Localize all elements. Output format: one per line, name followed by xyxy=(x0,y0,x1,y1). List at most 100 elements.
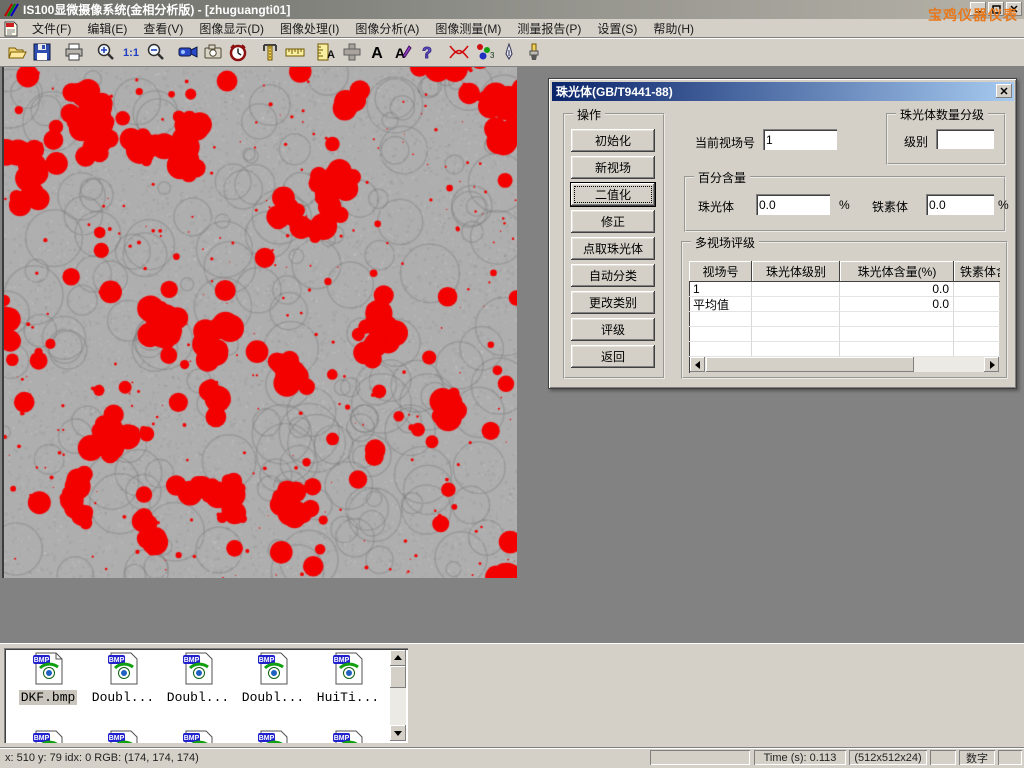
scroll-left-icon[interactable] xyxy=(690,357,705,372)
actual-size-icon[interactable]: 1:1 xyxy=(118,40,143,64)
menu-help[interactable]: 帮助(H) xyxy=(645,18,702,39)
current-field-input[interactable] xyxy=(763,129,837,150)
classify-icon[interactable]: 3 xyxy=(471,40,496,64)
grading-group-label: 珠光体数量分级 xyxy=(896,106,988,123)
curve-split-icon[interactable] xyxy=(446,40,471,64)
classify-glyph: 3 xyxy=(490,51,494,60)
level-input[interactable] xyxy=(936,129,994,149)
table-row[interactable]: 1 0.0 xyxy=(689,282,1000,297)
col-pearlite-content[interactable]: 珠光体含量(%) xyxy=(840,261,954,282)
bmp-file-icon: BMP xyxy=(32,652,64,685)
snapshot-icon[interactable] xyxy=(200,40,225,64)
open-icon[interactable] xyxy=(4,40,29,64)
file-name[interactable]: Doubl... xyxy=(165,690,231,705)
percent-group: 百分含量 珠光体 % 铁素体 % xyxy=(684,176,1006,232)
bmp-file-icon: BMP xyxy=(257,730,289,743)
text-icon[interactable]: A xyxy=(364,40,389,64)
brush-icon[interactable] xyxy=(521,40,546,64)
scrollbar-thumb[interactable] xyxy=(706,357,914,372)
cell-ferrite xyxy=(954,282,1000,297)
file-name[interactable]: DKF.bmp xyxy=(19,690,78,705)
file-name[interactable]: Doubl... xyxy=(240,690,306,705)
file-item[interactable]: BMP HuiTi... xyxy=(312,652,384,705)
bottom-panel: BMP DKF.bmp BMP Doubl... BMP Doubl... xyxy=(0,643,1024,747)
menu-image-processing[interactable]: 图像处理(I) xyxy=(272,18,347,39)
measure-text-icon[interactable]: A xyxy=(314,40,339,64)
cell-content: 0.0 xyxy=(840,297,954,312)
toolbar: 1:1 A A A ? 3 xyxy=(0,38,1024,66)
menu-file[interactable]: 文件(F) xyxy=(24,18,79,39)
dialog-close-button[interactable] xyxy=(996,84,1012,98)
file-name[interactable]: HuiTi... xyxy=(315,690,381,705)
pick-pearlite-button[interactable]: 点取珠光体 xyxy=(571,237,655,260)
binarize-button[interactable]: 二值化 xyxy=(571,183,655,206)
col-ferrite-content[interactable]: 铁素体含量(%) xyxy=(954,261,1000,282)
file-name[interactable]: Doubl... xyxy=(90,690,156,705)
bmp-file-icon: BMP xyxy=(32,730,64,743)
file-item[interactable]: BMP xyxy=(87,730,159,743)
annotate-icon[interactable]: A xyxy=(389,40,414,64)
timer-icon[interactable] xyxy=(225,40,250,64)
help-glyph: ? xyxy=(422,45,432,62)
rate-button[interactable]: 评级 xyxy=(571,318,655,341)
menu-report[interactable]: 测量报告(P) xyxy=(509,18,589,39)
zoom-in-icon[interactable] xyxy=(93,40,118,64)
save-icon[interactable] xyxy=(29,40,54,64)
status-field-mode: 数字 xyxy=(959,750,995,765)
actual-size-glyph: 1:1 xyxy=(123,47,139,59)
bmp-file-icon: BMP xyxy=(182,730,214,743)
zoom-out-icon[interactable] xyxy=(143,40,168,64)
file-item[interactable]: BMP xyxy=(237,730,309,743)
status-field-empty xyxy=(998,750,1022,765)
table-row[interactable]: 平均值 0.0 xyxy=(689,297,1000,312)
file-item[interactable]: BMP Doubl... xyxy=(87,652,159,705)
scroll-down-icon[interactable] xyxy=(390,725,406,741)
pearlite-label: 珠光体 xyxy=(698,198,734,215)
menu-image-measure[interactable]: 图像测量(M) xyxy=(427,18,509,39)
file-browser-scrollbar[interactable] xyxy=(390,650,406,741)
scroll-right-icon[interactable] xyxy=(984,357,999,372)
pen-icon[interactable] xyxy=(496,40,521,64)
ruler-icon[interactable] xyxy=(282,40,307,64)
new-field-button[interactable]: 新视场 xyxy=(571,156,655,179)
file-item[interactable]: BMP xyxy=(162,730,234,743)
pearlite-percent-input[interactable] xyxy=(756,194,830,215)
multi-field-group-label: 多视场评级 xyxy=(691,234,759,251)
correct-button[interactable]: 修正 xyxy=(571,210,655,233)
change-class-button[interactable]: 更改类别 xyxy=(571,291,655,314)
file-item[interactable]: BMP xyxy=(12,730,84,743)
video-camera-icon[interactable] xyxy=(175,40,200,64)
caliper-icon[interactable] xyxy=(257,40,282,64)
init-button[interactable]: 初始化 xyxy=(571,129,655,152)
col-field-no[interactable]: 视场号 xyxy=(689,261,752,282)
file-item[interactable]: BMP Doubl... xyxy=(162,652,234,705)
bmp-file-icon: BMP xyxy=(182,652,214,685)
menu-edit[interactable]: 编辑(E) xyxy=(79,18,135,39)
col-pearlite-grade[interactable]: 珠光体级别 xyxy=(752,261,840,282)
file-item[interactable]: BMP xyxy=(312,730,384,743)
level-label: 级别 xyxy=(904,133,928,150)
metallographic-image[interactable] xyxy=(2,67,517,578)
file-item[interactable]: BMP DKF.bmp xyxy=(12,652,84,705)
menu-image-analysis[interactable]: 图像分析(A) xyxy=(347,18,427,39)
dialog-title-bar[interactable]: 珠光体(GB/T9441-88) xyxy=(552,82,1014,101)
scroll-up-icon[interactable] xyxy=(390,650,406,666)
ferrite-percent-unit: % xyxy=(998,198,1009,212)
menu-view[interactable]: 查看(V) xyxy=(135,18,191,39)
table-horizontal-scrollbar[interactable] xyxy=(690,357,999,372)
auto-classify-button[interactable]: 自动分类 xyxy=(571,264,655,287)
stitch-icon[interactable] xyxy=(339,40,364,64)
help-icon[interactable]: ? xyxy=(414,40,439,64)
cell-content: 0.0 xyxy=(840,282,954,297)
menu-image-display[interactable]: 图像显示(D) xyxy=(191,18,272,39)
file-item[interactable]: BMP Doubl... xyxy=(237,652,309,705)
menu-settings[interactable]: 设置(S) xyxy=(589,18,645,39)
grading-group: 珠光体数量分级 级别 xyxy=(886,113,1006,165)
vendor-watermark: 宝鸡仪器仪表 xyxy=(928,5,1018,25)
print-icon[interactable] xyxy=(61,40,86,64)
return-button[interactable]: 返回 xyxy=(571,345,655,368)
scrollbar-thumb[interactable] xyxy=(390,666,406,688)
ferrite-percent-input[interactable] xyxy=(926,194,994,215)
status-field-empty xyxy=(930,750,956,765)
annotate-glyph: A xyxy=(394,45,404,61)
